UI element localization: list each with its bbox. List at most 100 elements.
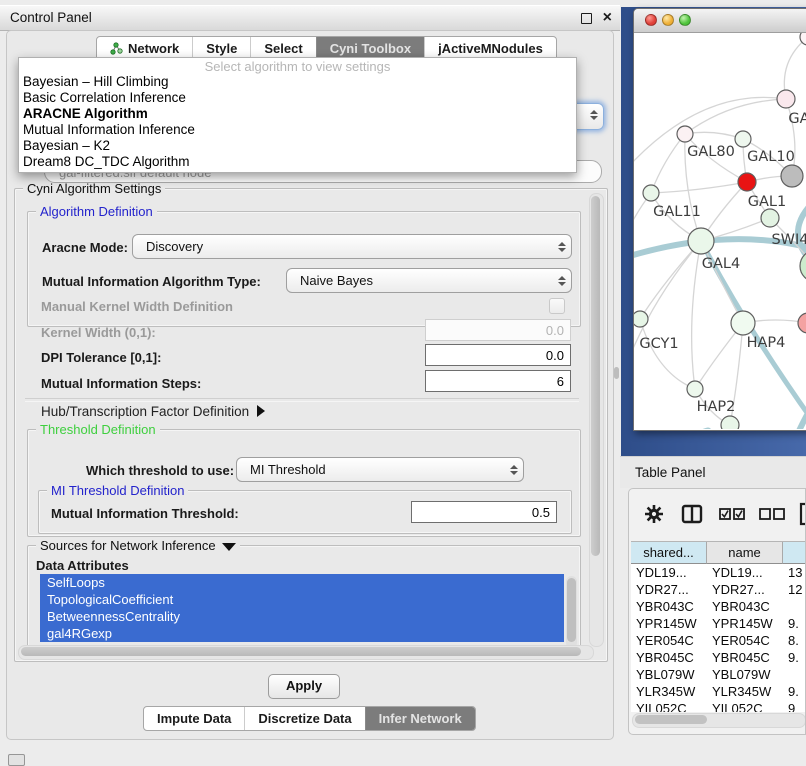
- zoom-traffic-light-icon[interactable]: [679, 14, 691, 26]
- table-cell: YBL079W: [631, 666, 707, 683]
- split-view-icon[interactable]: [681, 504, 703, 524]
- float-window-icon[interactable]: [581, 13, 592, 24]
- table-horizontal-scrollbar[interactable]: [632, 713, 806, 728]
- control-panel-titlebar: Control Panel ×: [0, 5, 620, 31]
- table-cell: YIL052C: [631, 700, 707, 712]
- mi-threshold-definition-title: MI Threshold Definition: [47, 483, 188, 498]
- which-threshold-combo[interactable]: MI Threshold: [236, 457, 524, 482]
- network-node[interactable]: [721, 416, 739, 429]
- manual-kernel-width-checkbox[interactable]: [549, 298, 565, 314]
- network-edge: [685, 99, 786, 134]
- network-canvas[interactable]: GALGAL80GAL10GAL1GAL11SWI4GAL4GCY1HAP4YH…: [634, 33, 806, 429]
- table-row[interactable]: YER054CYER054C8.: [631, 632, 806, 649]
- data-attribute-item[interactable]: TopologicalCoefficient: [40, 591, 564, 608]
- which-threshold-label: Which threshold to use:: [86, 463, 234, 478]
- tab-discretize-data[interactable]: Discretize Data: [244, 707, 364, 730]
- table-cell: [783, 666, 806, 683]
- chevron-right-icon: [257, 405, 265, 417]
- combo-arrows-icon: [505, 465, 523, 475]
- mi-steps-field[interactable]: 6: [425, 370, 571, 392]
- table-cell: YLR345W: [707, 683, 783, 700]
- kernel-width-field[interactable]: 0.0: [425, 319, 571, 341]
- table-row[interactable]: YPR145WYPR145W9.: [631, 615, 806, 632]
- function-builder-icon[interactable]: [799, 502, 806, 526]
- combo-arrows-icon: [587, 110, 601, 120]
- data-attribute-item[interactable]: gal4RGexp: [40, 625, 564, 642]
- aracne-mode-combo[interactable]: Discovery: [132, 234, 572, 259]
- table-row[interactable]: YIL052CYIL052C9: [631, 700, 806, 712]
- algorithm-option[interactable]: Mutual Information Inference: [19, 122, 576, 138]
- table-row[interactable]: YDL19...YDL19...13: [631, 564, 806, 581]
- table-cell: 9.: [783, 649, 806, 666]
- mi-threshold-definition-group: MI Threshold Definition Mutual Informati…: [38, 490, 572, 534]
- hub-definition-toggle[interactable]: Hub/Transcription Factor Definition: [41, 404, 265, 419]
- algorithm-option[interactable]: Dream8 DC_TDC Algorithm: [19, 154, 576, 170]
- network-node[interactable]: [731, 311, 755, 335]
- network-node[interactable]: [781, 165, 803, 187]
- table-cell: 13: [783, 564, 806, 581]
- sources-group: Sources for Network Inference Data Attri…: [27, 545, 581, 658]
- table-panel-titlebar: Table Panel: [620, 456, 806, 488]
- data-attribute-item[interactable]: BetweennessCentrality: [40, 608, 564, 625]
- table-row[interactable]: YBL079WYBL079W: [631, 666, 806, 683]
- algorithm-option[interactable]: Bayesian – K2: [19, 138, 576, 154]
- tab-infer-network[interactable]: Infer Network: [365, 707, 475, 730]
- attributes-scrollbar[interactable]: [566, 576, 577, 648]
- table-cell: YER054C: [631, 632, 707, 649]
- table-cell: 9.: [783, 683, 806, 700]
- minimized-panel-icon[interactable]: [8, 754, 25, 766]
- algorithm-option[interactable]: Basic Correlation Inference: [19, 90, 576, 106]
- node-table: shared...nameA YDL19...YDL19...13YDR27..…: [631, 541, 806, 712]
- apply-button[interactable]: Apply: [268, 674, 340, 699]
- table-cell: 9: [783, 700, 806, 712]
- network-node[interactable]: [735, 131, 751, 147]
- settings-vertical-scrollbar[interactable]: [589, 193, 604, 647]
- column-header[interactable]: shared...: [631, 542, 707, 564]
- network-node[interactable]: [777, 90, 795, 108]
- clear-selection-checkboxes-icon[interactable]: [759, 508, 785, 521]
- minimize-traffic-light-icon[interactable]: [662, 14, 674, 26]
- network-node[interactable]: [688, 228, 714, 254]
- manual-kernel-width-label: Manual Kernel Width Definition: [41, 299, 233, 314]
- table-header-row: shared...nameA: [631, 542, 806, 564]
- sources-group-title[interactable]: Sources for Network Inference: [36, 538, 240, 553]
- network-node-label: HAP2: [697, 399, 736, 415]
- combo-arrows-icon: [553, 276, 571, 286]
- select-all-checkboxes-icon[interactable]: [719, 508, 745, 521]
- data-attribute-item[interactable]: SelfLoops: [40, 574, 564, 591]
- splitter-handle[interactable]: [614, 367, 619, 379]
- mi-threshold-field[interactable]: 0.5: [411, 501, 557, 523]
- table-row[interactable]: YLR345WYLR345W9.: [631, 683, 806, 700]
- mi-type-combo[interactable]: Naive Bayes: [286, 268, 572, 293]
- network-node[interactable]: [738, 173, 756, 191]
- table-cell: YER054C: [707, 632, 783, 649]
- tab-impute-data[interactable]: Impute Data: [144, 707, 244, 730]
- network-node[interactable]: [634, 311, 648, 327]
- column-header[interactable]: name: [707, 542, 783, 564]
- algorithm-option[interactable]: ARACNE Algorithm: [19, 106, 576, 122]
- network-icon: [110, 42, 123, 55]
- table-row[interactable]: YDR27...YDR27...12: [631, 581, 806, 598]
- table-row[interactable]: YBR045CYBR045C9.: [631, 649, 806, 666]
- dpi-tolerance-field[interactable]: 0.0: [425, 344, 571, 366]
- network-edge: [685, 132, 743, 139]
- settings-horizontal-scrollbar[interactable]: [18, 645, 594, 660]
- network-node[interactable]: [798, 313, 806, 333]
- network-node[interactable]: [643, 185, 659, 201]
- network-edge: [651, 134, 685, 193]
- column-header[interactable]: A: [783, 542, 806, 564]
- settings-gear-icon[interactable]: [643, 503, 665, 525]
- network-node-label: GCY1: [639, 336, 678, 352]
- combo-arrows-icon: [553, 242, 571, 252]
- close-traffic-light-icon[interactable]: [645, 14, 657, 26]
- close-icon[interactable]: ×: [603, 7, 612, 29]
- network-node[interactable]: [761, 209, 779, 227]
- threshold-definition-group: Threshold Definition Which threshold to …: [27, 429, 581, 537]
- network-node[interactable]: [687, 381, 703, 397]
- algorithm-option[interactable]: Bayesian – Hill Climbing: [19, 74, 576, 90]
- algorithm-dropdown-list: Select algorithm to view settings Bayesi…: [18, 57, 577, 173]
- network-edge: [692, 241, 701, 389]
- network-node[interactable]: [677, 126, 693, 142]
- table-row[interactable]: YBR043CYBR043C: [631, 598, 806, 615]
- table-panel-title: Table Panel: [635, 465, 706, 480]
